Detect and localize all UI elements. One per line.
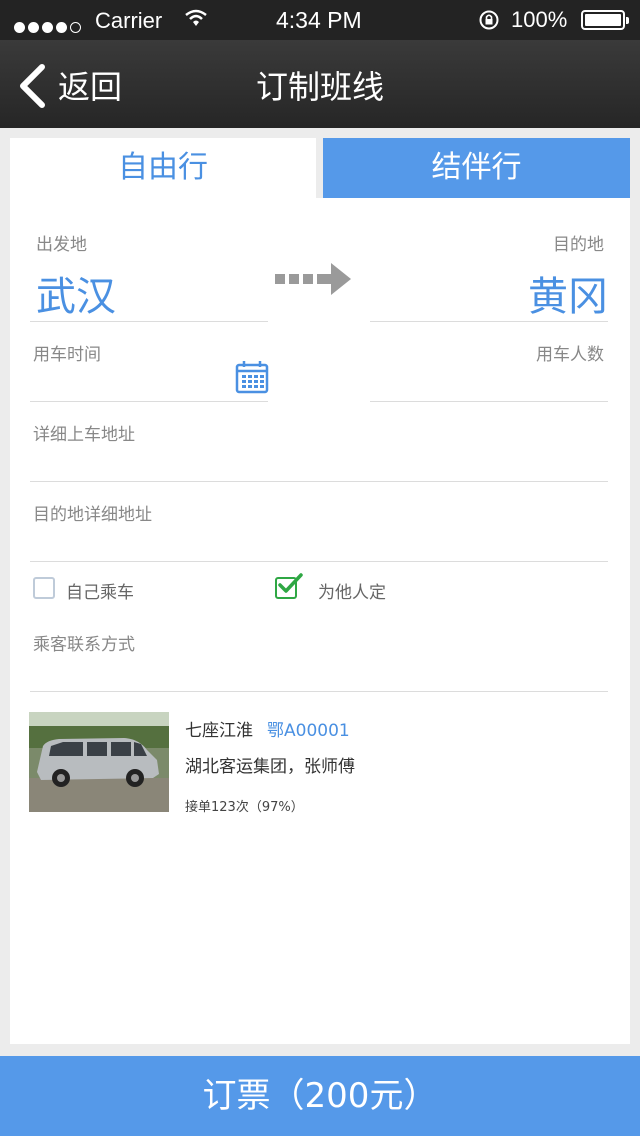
pickup-address-divider xyxy=(30,481,608,482)
tab-group-travel[interactable]: 结伴行 xyxy=(323,138,630,198)
pickup-address-label[interactable]: 详细上车地址 xyxy=(33,420,135,445)
checkmark-icon xyxy=(278,573,303,593)
for-others-label[interactable]: 为他人定 xyxy=(318,578,386,603)
contact-divider xyxy=(30,691,608,692)
vehicle-company-driver: 湖北客运集团，张师傅 xyxy=(185,757,355,777)
time-divider xyxy=(30,401,268,402)
calendar-icon[interactable] xyxy=(235,360,269,398)
destination-divider xyxy=(370,321,608,322)
destination-city[interactable]: 黄冈 xyxy=(528,264,608,322)
destination-address-divider xyxy=(30,561,608,562)
self-ride-label[interactable]: 自己乘车 xyxy=(66,578,134,603)
rotation-lock-icon xyxy=(478,9,500,37)
signal-strength-icon xyxy=(14,13,84,39)
origin-label: 出发地 xyxy=(36,235,87,255)
contact-label[interactable]: 乘客联系方式 xyxy=(33,630,135,655)
origin-divider xyxy=(30,321,268,322)
battery-icon xyxy=(581,10,629,30)
booking-form-card: 自由行 结伴行 出发地 武汉 目的地 黄冈 用车时间 用车人数 详细上车地址 目… xyxy=(10,138,630,1044)
tab-separator xyxy=(316,138,323,198)
tab-free-travel[interactable]: 自由行 xyxy=(10,138,316,198)
vehicle-order-stats: 接单123次（97%） xyxy=(185,800,304,815)
wifi-icon xyxy=(184,8,208,34)
carrier-name: Carrier xyxy=(95,8,163,33)
vehicle-model: 七座江淮 xyxy=(185,721,253,741)
order-ticket-button[interactable]: 订票（200元） xyxy=(0,1056,640,1136)
origin-city[interactable]: 武汉 xyxy=(36,264,116,322)
vehicle-plate: 鄂A00001 xyxy=(267,721,350,741)
vehicle-photo xyxy=(29,712,169,812)
destination-label: 目的地 xyxy=(553,235,604,255)
status-bar: Carrier 4:34 PM 100% xyxy=(0,0,640,40)
passenger-count-label: 用车人数 xyxy=(536,345,604,365)
battery-percentage: 100% xyxy=(511,7,568,32)
self-ride-checkbox[interactable] xyxy=(33,577,55,599)
count-divider xyxy=(370,401,608,402)
time-label: 用车时间 xyxy=(33,345,101,365)
route-arrow-icon xyxy=(273,262,353,300)
destination-address-label[interactable]: 目的地详细地址 xyxy=(33,500,152,525)
page-title: 订制班线 xyxy=(255,68,384,106)
clock: 4:34 PM xyxy=(276,7,362,33)
nav-bar: 返回 订制班线 xyxy=(0,40,640,128)
for-others-checkbox[interactable] xyxy=(275,573,303,599)
